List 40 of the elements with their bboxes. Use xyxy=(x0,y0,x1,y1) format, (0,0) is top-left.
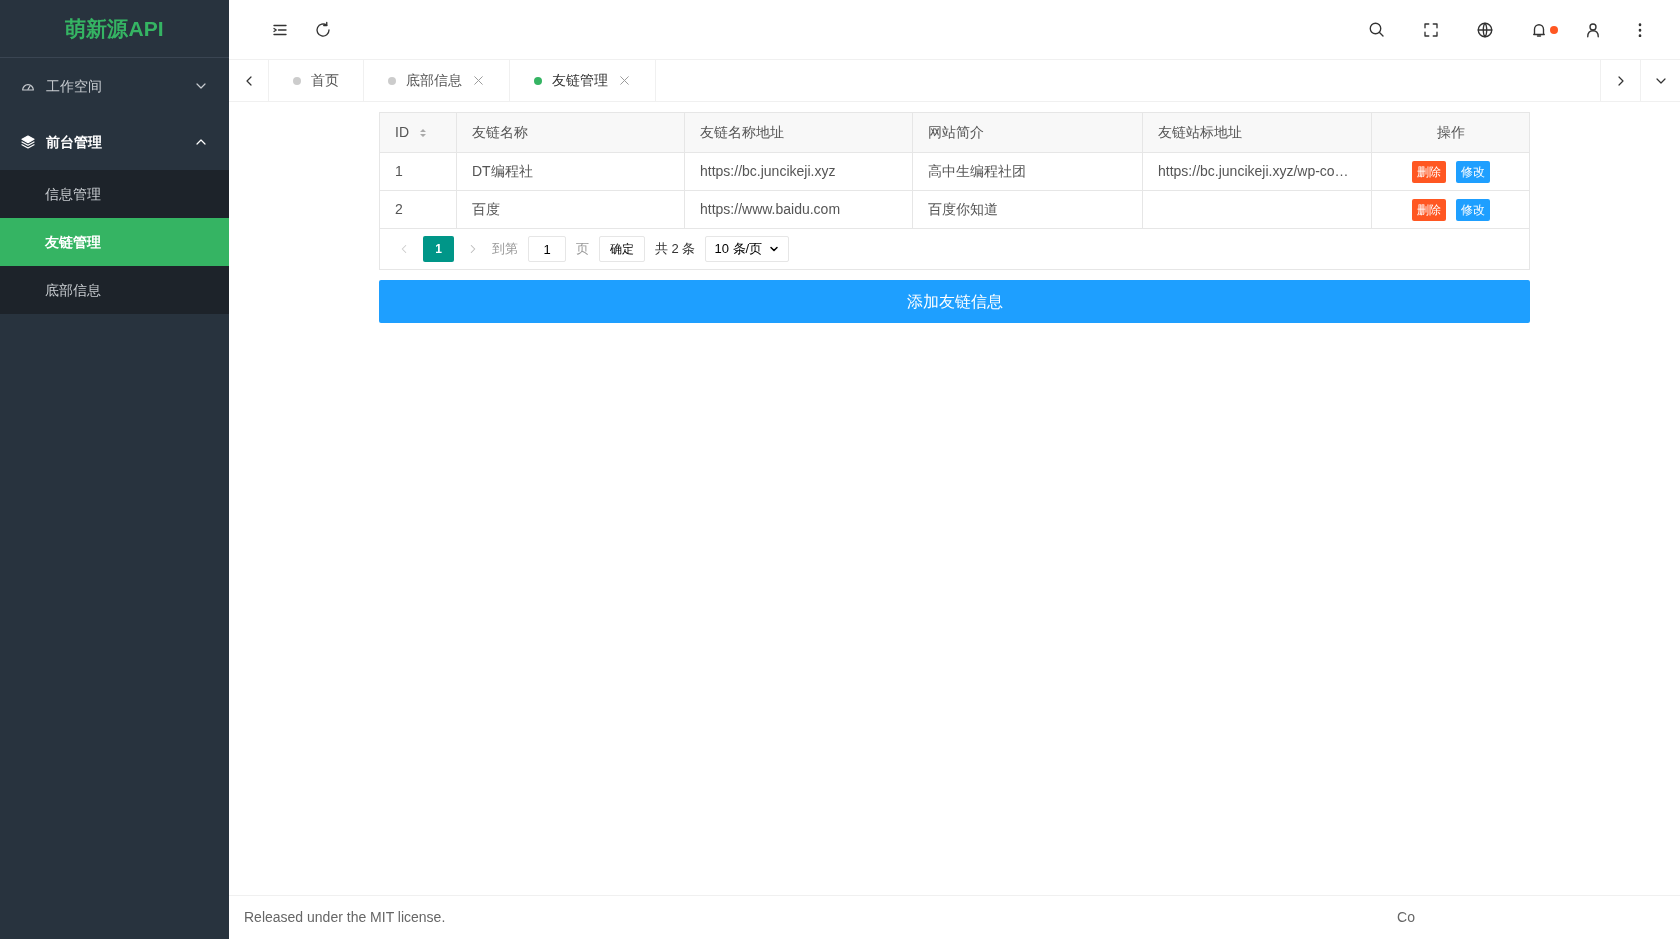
table-cell-text: 高中生编程社团 xyxy=(928,162,1026,181)
column-header: 网站简介 xyxy=(928,123,984,142)
menu-item[interactable]: 前台管理 xyxy=(0,114,229,170)
column-header: 操作 xyxy=(1436,123,1465,142)
refresh-icon xyxy=(314,20,332,39)
close-icon xyxy=(618,74,631,87)
tab[interactable]: 友链管理 xyxy=(510,60,656,101)
table-cell-text: DT编程社 xyxy=(472,162,533,181)
table-cell-text: 2 xyxy=(395,200,403,219)
table-cell-text: 1 xyxy=(395,162,403,181)
more-icon xyxy=(1638,22,1642,37)
goto-label: 到第 xyxy=(492,240,518,259)
page-button[interactable]: 1 xyxy=(423,236,454,262)
globe-icon xyxy=(1476,20,1494,39)
confirm-button[interactable]: 确定 xyxy=(599,236,645,262)
page-unit: 页 xyxy=(576,240,589,259)
total-count: 共 2 条 xyxy=(655,240,696,259)
layers-icon xyxy=(20,134,36,150)
submenu-item[interactable]: 底部信息 xyxy=(0,266,229,314)
table-cell-text: https://bc.juncikeji.xyz/wp-co… xyxy=(1158,162,1349,181)
tab[interactable]: 首页 xyxy=(269,60,364,101)
footer-text: Released under the MIT license. xyxy=(244,908,446,927)
page-input[interactable]: 1 xyxy=(528,236,566,262)
column-header: 友链名称地址 xyxy=(700,123,784,142)
table-cell-text: https://www.baidu.com xyxy=(700,200,841,219)
footer-text: Co xyxy=(1397,908,1415,927)
column-header: ID xyxy=(395,123,409,142)
column-header: 友链名称 xyxy=(472,123,528,142)
menu-item[interactable]: 工作空间 xyxy=(0,58,229,114)
table-cell-text: 百度你知道 xyxy=(928,200,998,219)
search-icon xyxy=(1368,20,1386,39)
table-cell-text: https://bc.juncikeji.xyz xyxy=(700,162,836,181)
submenu-item[interactable]: 信息管理 xyxy=(0,170,229,218)
close-icon xyxy=(472,74,485,87)
user-icon xyxy=(1584,20,1602,39)
fullscreen-icon xyxy=(1422,20,1440,39)
page-size-select[interactable]: 10 条/页 xyxy=(705,236,790,262)
table-cell-text: 百度 xyxy=(472,200,500,219)
column-header: 友链站标地址 xyxy=(1158,123,1242,142)
tab[interactable]: 底部信息 xyxy=(364,60,510,101)
